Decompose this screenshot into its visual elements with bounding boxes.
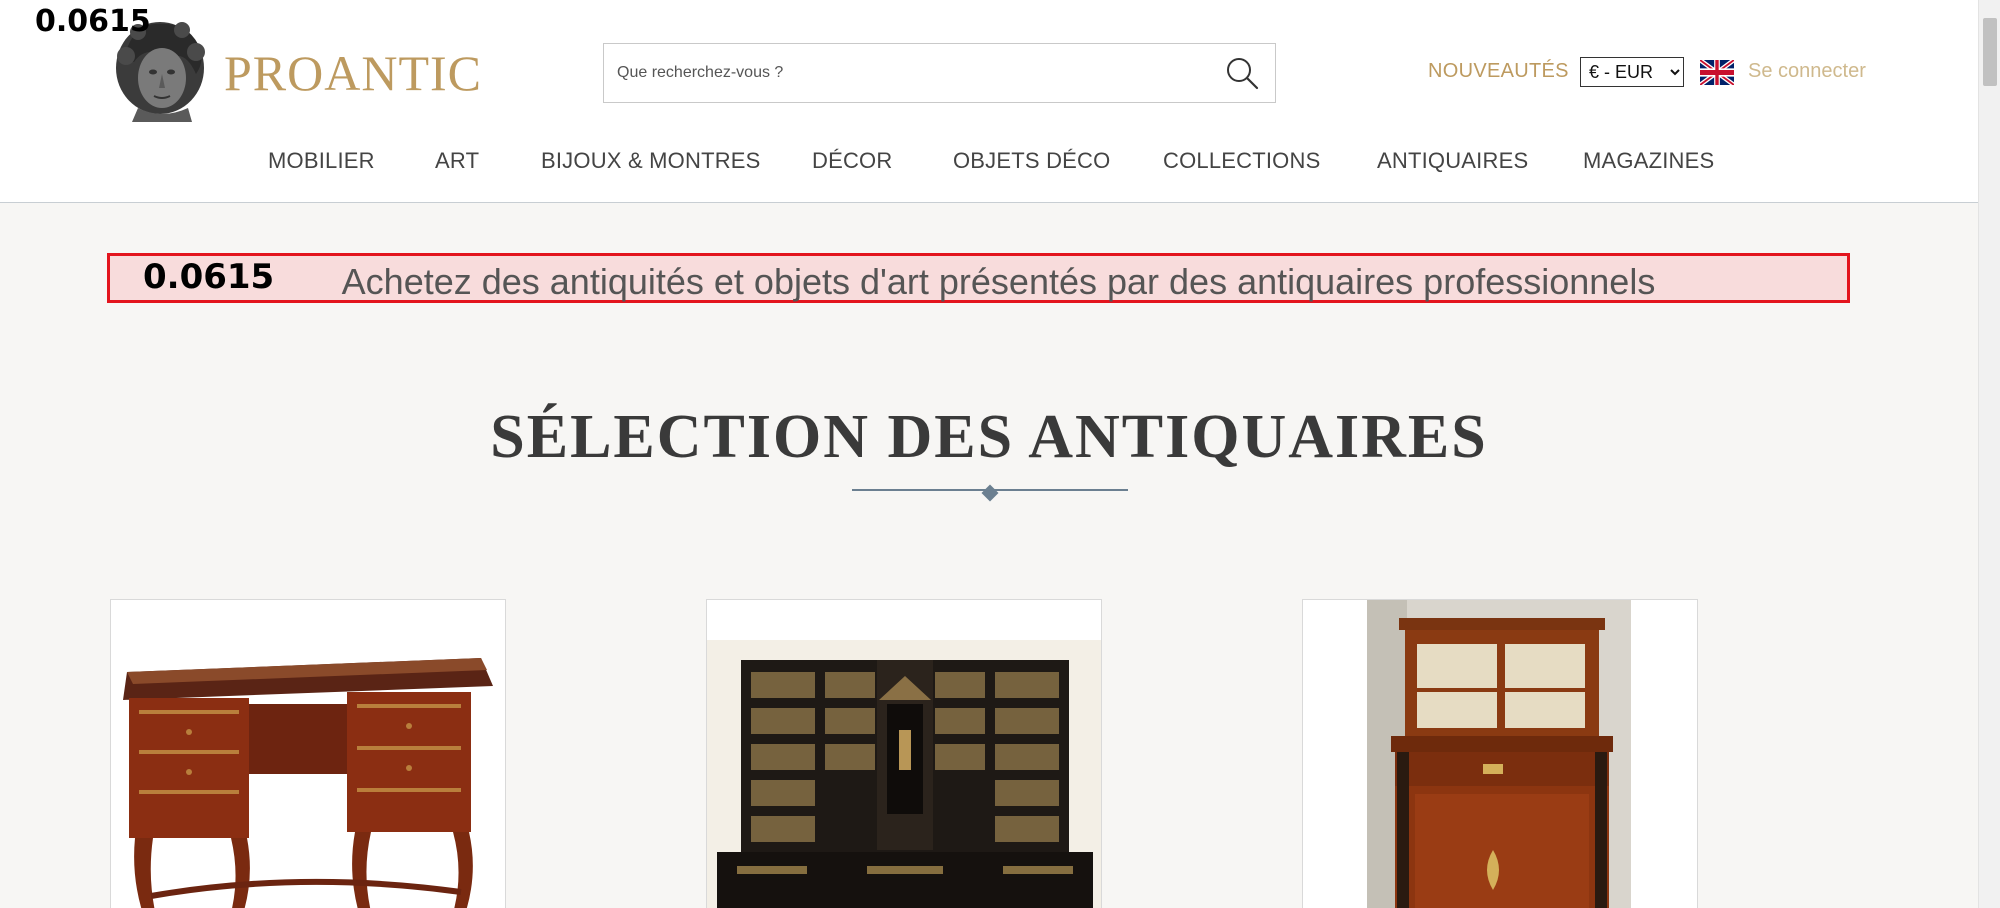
currency-select[interactable]: € - EUR <box>1580 57 1684 87</box>
product-card-desk[interactable] <box>110 599 506 908</box>
desk-image <box>111 600 505 908</box>
page-scrollbar[interactable] <box>1978 0 2000 908</box>
banner-text: Achetez des antiquités et objets d'art p… <box>341 261 1656 302</box>
nav-item-mobilier[interactable]: MOBILIER <box>268 148 375 174</box>
promo-banner: Achetez des antiquités et objets d'art p… <box>107 253 1850 303</box>
site-header: PROANTIC NOUVEAUTÉS € - EUR Se connecter… <box>0 0 1978 203</box>
page: 0.0615 PROANTIC Que recherchez-vous ? NO… <box>0 0 2000 908</box>
title-divider-diamond <box>981 484 999 502</box>
debug-score-label: 0.0615 <box>35 4 151 39</box>
nav-item-decor[interactable]: DÉCOR <box>812 148 892 174</box>
nav-item-magazines[interactable]: MAGAZINES <box>1583 148 1714 174</box>
logo-text[interactable]: PROANTIC <box>224 44 482 102</box>
section-title: SÉLECTION DES ANTIQUAIRES <box>490 403 1488 471</box>
product-card-secretaire[interactable] <box>1302 599 1698 908</box>
nav-item-antiquaires[interactable]: ANTIQUAIRES <box>1377 148 1528 174</box>
main-nav: MOBILIER ART BIJOUX & MONTRES DÉCOR OBJE… <box>0 148 1978 178</box>
nav-item-bijoux-montres[interactable]: BIJOUX & MONTRES <box>541 148 761 174</box>
nav-item-collections[interactable]: COLLECTIONS <box>1163 148 1320 174</box>
cabinet-image <box>707 600 1101 908</box>
search-button[interactable] <box>1223 54 1261 92</box>
login-link[interactable]: Se connecter <box>1748 60 1866 83</box>
secretaire-image <box>1303 600 1697 908</box>
debug-banner-score-label: 0.0615 <box>143 257 275 297</box>
scrollbar-thumb[interactable] <box>1983 18 1997 86</box>
product-card-cabinet[interactable] <box>706 599 1102 908</box>
nav-item-art[interactable]: ART <box>435 148 479 174</box>
nouveautes-link[interactable]: NOUVEAUTÉS <box>1428 60 1569 83</box>
search-icon <box>1227 58 1259 90</box>
nav-item-objets-deco[interactable]: OBJETS DÉCO <box>953 148 1110 174</box>
search-input[interactable] <box>604 44 1194 102</box>
search-box <box>603 43 1276 103</box>
uk-flag-icon[interactable] <box>1700 60 1734 85</box>
